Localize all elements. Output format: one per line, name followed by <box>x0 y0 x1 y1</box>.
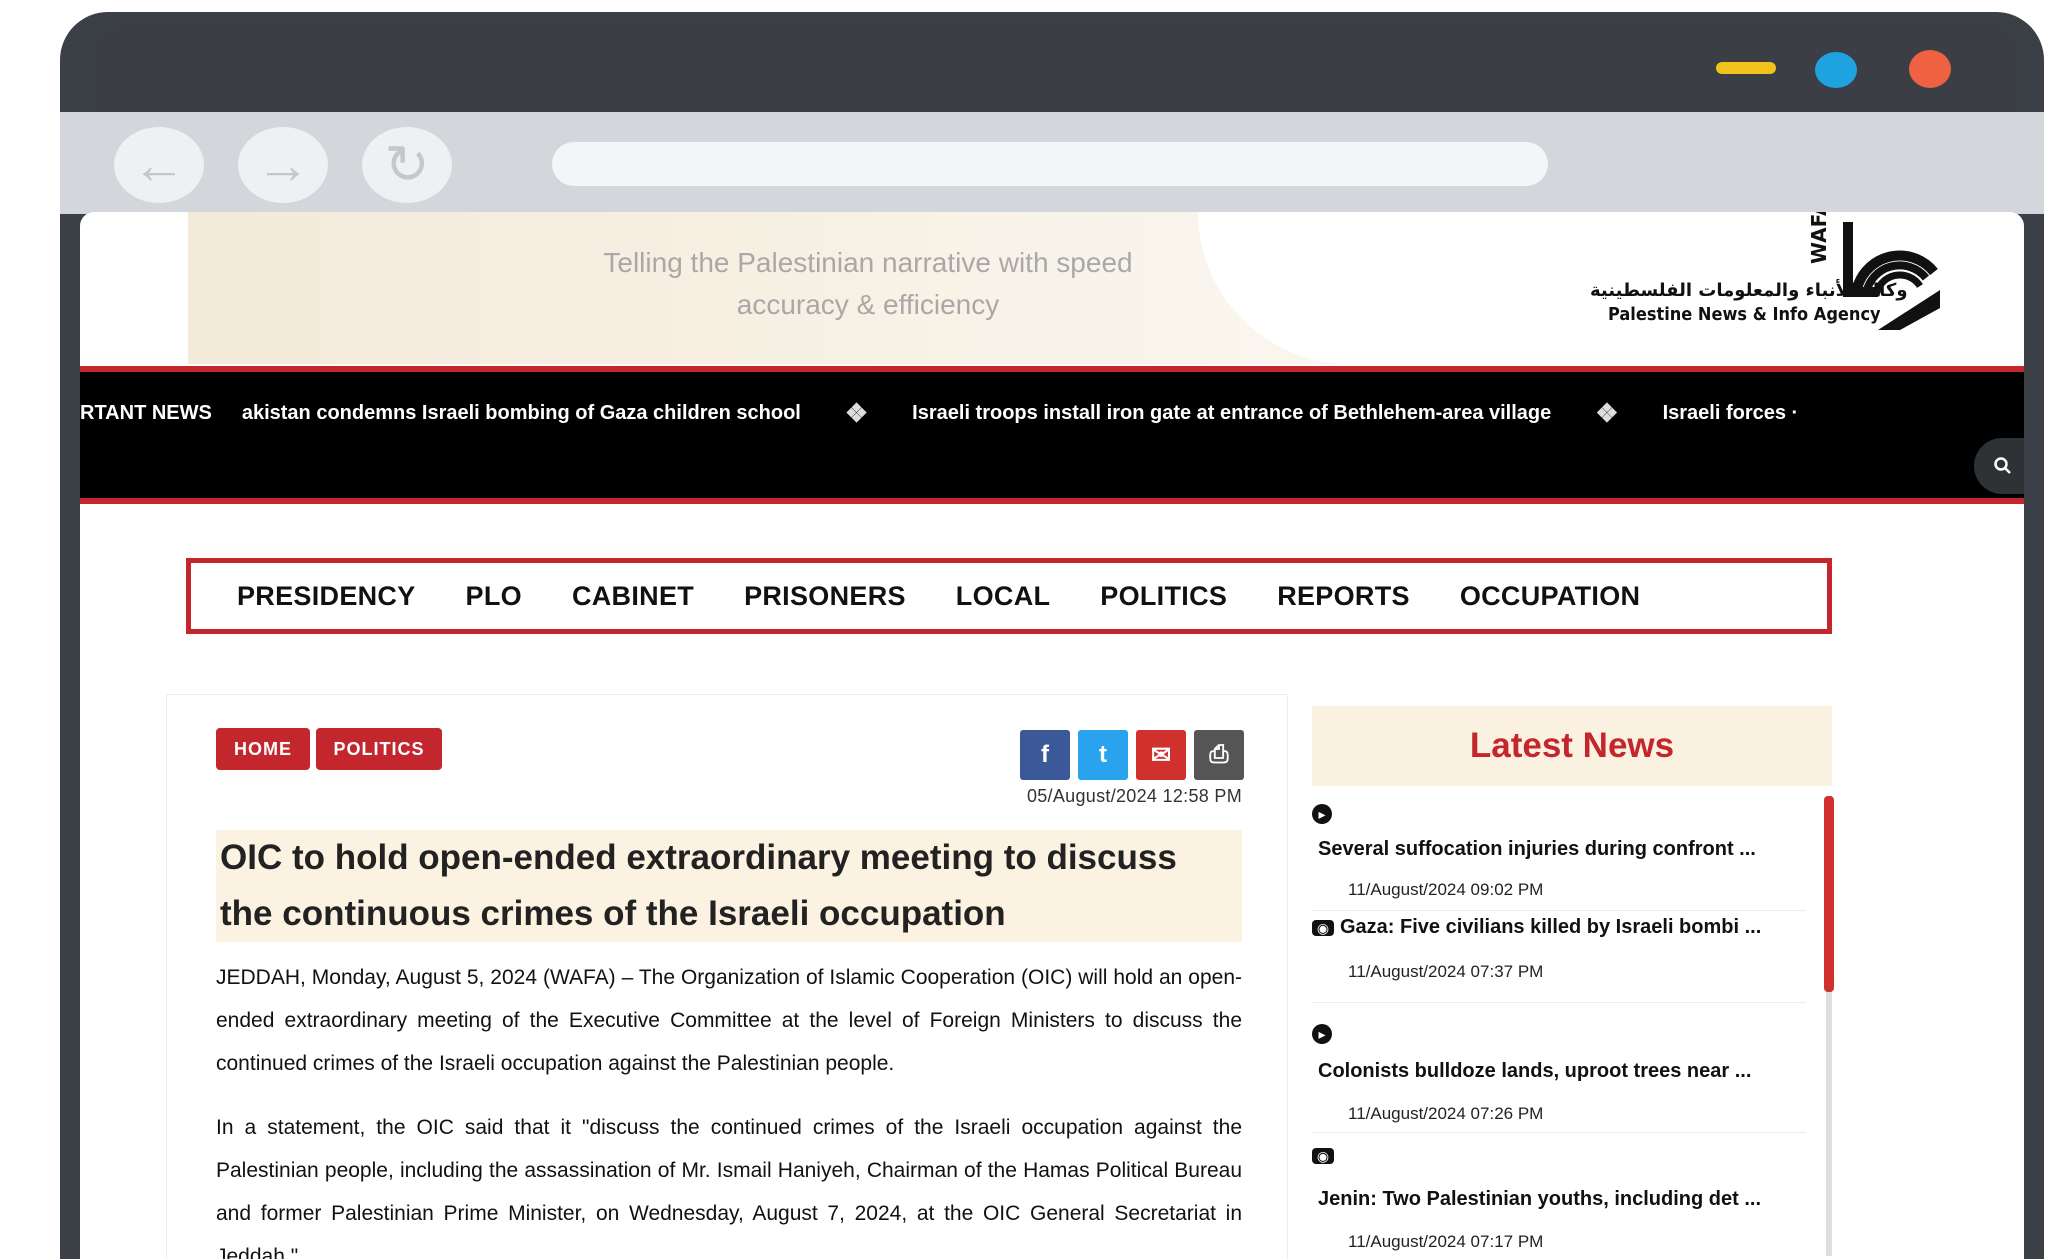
latest-news-item[interactable]: ▸ Colonists bulldoze lands, uproot trees… <box>1312 1004 1806 1133</box>
print-icon: ⎙ <box>1209 741 1229 768</box>
ticker-row: RTANT NEWS akistan condemns Israeli bomb… <box>80 396 1842 430</box>
latest-news-date: 11/August/2024 07:37 PM <box>1348 962 1544 981</box>
nav-item-cabinet[interactable]: CABINET <box>572 581 694 612</box>
arrow-right-icon: → <box>256 135 310 195</box>
nav-item-occupation[interactable]: OCCUPATION <box>1460 581 1641 612</box>
back-button[interactable]: ← <box>114 127 204 203</box>
reload-button[interactable]: ↻ <box>362 127 452 203</box>
address-bar[interactable] <box>552 142 1548 186</box>
play-icon: ▸ <box>1312 1024 1332 1044</box>
play-icon: ▸ <box>1312 804 1332 824</box>
forward-button[interactable]: → <box>238 127 328 203</box>
ticker-item[interactable]: Israeli forces · <box>1663 402 1799 425</box>
share-email-button[interactable]: ✉ <box>1136 730 1186 780</box>
latest-news-title-text[interactable]: Gaza: Five civilians killed by Israeli b… <box>1340 916 1761 939</box>
latest-news-date: 11/August/2024 07:17 PM <box>1348 1232 1544 1251</box>
reload-icon: ↻ <box>384 135 430 195</box>
tagline-line-2: accuracy & efficiency <box>736 289 1000 320</box>
nav-item-plo[interactable]: PLO <box>466 581 522 612</box>
article-headline: OIC to hold open-ended extraordinary mee… <box>216 830 1242 942</box>
logo-mark-text: WAFA <box>1808 212 1831 264</box>
latest-news-item[interactable]: ▸ Several suffocation injuries during co… <box>1312 792 1806 911</box>
camera-icon: ◉ <box>1312 920 1334 936</box>
print-button[interactable]: ⎙ <box>1194 730 1244 780</box>
ticker-label: RTANT NEWS <box>80 401 212 424</box>
arrow-left-icon: ← <box>132 135 186 195</box>
share-facebook-button[interactable]: f <box>1020 730 1070 780</box>
ticker-bottom-border <box>80 498 2024 504</box>
article-paragraph: JEDDAH, Monday, August 5, 2024 (WAFA) – … <box>216 966 1242 1075</box>
latest-news-title-text[interactable]: Jenin: Two Palestinian youths, including… <box>1318 1188 1761 1211</box>
breadcrumb-politics[interactable]: POLITICS <box>316 728 442 770</box>
search-button[interactable] <box>1974 438 2024 494</box>
latest-news-date: 11/August/2024 07:26 PM <box>1348 1104 1544 1123</box>
nav-item-politics[interactable]: POLITICS <box>1100 581 1227 612</box>
breadcrumb-home[interactable]: HOME <box>216 728 310 770</box>
nav-item-presidency[interactable]: PRESIDENCY <box>237 581 416 612</box>
latest-news-list: ▸ Several suffocation injuries during co… <box>1312 792 1832 1259</box>
nav-item-reports[interactable]: REPORTS <box>1277 581 1410 612</box>
article-date: 05/August/2024 12:58 PM <box>1026 786 1242 806</box>
header-banner: Telling the Palestinian narrative with s… <box>188 212 1940 364</box>
latest-news-scrollbar[interactable] <box>1824 796 1834 992</box>
ticker-item[interactable]: akistan condemns Israeli bombing of Gaza… <box>242 402 801 425</box>
share-twitter-button[interactable]: t <box>1078 730 1128 780</box>
latest-news-title-text[interactable]: Colonists bulldoze lands, uproot trees n… <box>1318 1060 1751 1083</box>
latest-news-item[interactable]: ◉ Jenin: Two Palestinian youths, includi… <box>1312 1134 1806 1259</box>
ticker-item[interactable]: Israeli troops install iron gate at entr… <box>912 402 1551 425</box>
tagline-line-1: Telling the Palestinian narrative with s… <box>603 247 1133 278</box>
wafa-logo[interactable]: وكالة الأنباء والمعلومات الفلسطينية Pale… <box>1590 212 1940 342</box>
main-navigation: PRESIDENCY PLO CABINET PRISONERS LOCAL P… <box>186 558 1832 634</box>
latest-news-title-text[interactable]: Several suffocation injuries during conf… <box>1318 838 1756 861</box>
window-maximize-button[interactable] <box>1815 52 1857 88</box>
banner-tagline: Telling the Palestinian narrative with s… <box>568 242 1168 326</box>
ticker-separator-icon: ❖ <box>844 397 869 428</box>
nav-item-local[interactable]: LOCAL <box>956 581 1050 612</box>
wafa-logo-mark-icon: WAFA <box>1808 212 1940 330</box>
latest-news-date: 11/August/2024 09:02 PM <box>1348 880 1544 899</box>
facebook-icon: f <box>1041 741 1049 768</box>
article-paragraph: In a statement, the OIC said that it "di… <box>216 1116 1242 1259</box>
latest-news-item[interactable]: ◉ Gaza: Five civilians killed by Israeli… <box>1312 912 1806 1003</box>
window-minimize-button[interactable] <box>1716 62 1776 74</box>
camera-icon: ◉ <box>1312 1148 1334 1164</box>
nav-item-prisoners[interactable]: PRISONERS <box>744 581 906 612</box>
latest-news-title: Latest News <box>1312 706 1832 786</box>
window-close-button[interactable] <box>1909 50 1951 88</box>
twitter-icon: t <box>1099 741 1107 768</box>
email-icon: ✉ <box>1150 741 1172 769</box>
search-icon <box>1994 457 2011 474</box>
page-viewport: Telling the Palestinian narrative with s… <box>80 212 2024 1259</box>
news-ticker: RTANT NEWS akistan condemns Israeli bomb… <box>80 372 2024 498</box>
ticker-separator-icon: ❖ <box>1595 397 1619 428</box>
